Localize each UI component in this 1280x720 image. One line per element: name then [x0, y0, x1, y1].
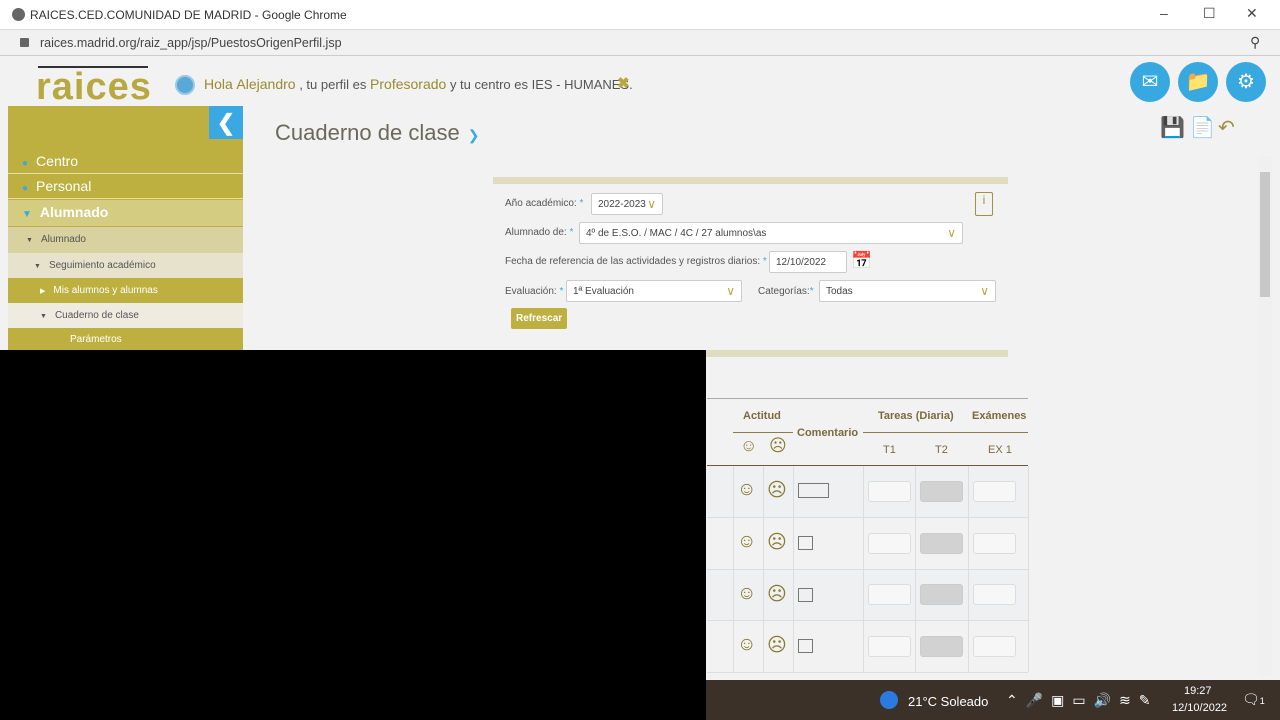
header-ex1: EX 1 [988, 444, 1012, 456]
save-icon[interactable]: 💾 [1160, 115, 1185, 140]
logout-icon[interactable]: ✖ [617, 74, 630, 92]
eval-label: Evaluación: * [505, 286, 564, 297]
page-title: Cuaderno de clase ❯ [275, 120, 480, 145]
happy-face-button[interactable]: ☺ [737, 479, 756, 501]
sidebar-item-parametros[interactable]: Parámetros [8, 332, 243, 347]
year-label: Año académico: * [505, 198, 584, 209]
ex1-input[interactable] [973, 481, 1016, 502]
header-t2: T2 [935, 444, 948, 456]
chevron-right-icon: ❯ [467, 127, 480, 143]
taskbar: 21°C Soleado ⌃🎤▣▭🔊≋✎ 19:27 12/10/2022 🗨1 [706, 680, 1280, 720]
form-top-band [493, 177, 1008, 184]
sidebar-item-seguimiento[interactable]: ▼ Seguimiento académico [8, 253, 243, 278]
add-comment-icon[interactable] [798, 639, 813, 653]
url-text[interactable]: raices.madrid.org/raiz_app/jsp/PuestosOr… [40, 36, 342, 50]
happy-face-icon: ☺ [740, 436, 758, 455]
add-comment-icon[interactable] [798, 588, 813, 602]
ex1-input[interactable] [973, 584, 1016, 605]
happy-face-button[interactable]: ☺ [737, 634, 756, 656]
weather-text[interactable]: 21°C Soleado [908, 694, 988, 709]
t1-input[interactable] [868, 636, 911, 657]
t2-input[interactable] [920, 481, 963, 502]
black-overlay [0, 350, 706, 720]
close-button[interactable]: ✕ [1246, 5, 1258, 22]
mail-icon[interactable]: ✉ [1130, 62, 1170, 102]
system-tray-icons[interactable]: ⌃🎤▣▭🔊≋✎ [1006, 692, 1159, 709]
refresh-button[interactable]: Refrescar [511, 308, 568, 329]
happy-face-button[interactable]: ☺ [737, 583, 756, 605]
year-select[interactable]: 2022-2023 ∨ [591, 193, 663, 215]
notifications-icon[interactable]: 🗨1 [1242, 691, 1265, 708]
document-icon[interactable]: 📄 [1190, 115, 1215, 140]
zoom-icon[interactable]: ⚲ [1250, 34, 1260, 51]
header-comentario: Comentario [797, 427, 859, 439]
t2-input[interactable] [920, 533, 963, 554]
address-bar[interactable]: raices.madrid.org/raiz_app/jsp/PuestosOr… [0, 30, 1280, 56]
sidebar-item-alumnado[interactable]: ▼ Alumnado [8, 200, 243, 226]
date-label: Fecha de referencia de las actividades y… [505, 256, 767, 267]
calendar-icon[interactable]: 📅 [851, 251, 872, 271]
clock-time[interactable]: 19:27 [1184, 685, 1212, 697]
sad-face-icon: ☹ [769, 436, 787, 455]
weather-icon [880, 691, 898, 709]
header-tareas: Tareas (Diaria) [878, 410, 954, 422]
categories-label: Categorías:* [758, 286, 814, 297]
t1-input[interactable] [868, 584, 911, 605]
browser-titlebar: RAICES.CED.COMUNIDAD DE MADRID - Google … [0, 0, 1280, 30]
info-icon[interactable]: i [975, 192, 993, 216]
raices-logo[interactable]: raices [36, 66, 152, 109]
date-input[interactable]: 12/10/2022 [769, 251, 847, 273]
sidebar-subitem-alumnado[interactable]: ▼ Alumnado [8, 227, 243, 253]
greeting: Hola Alejandro , tu perfil es Profesorad… [204, 76, 633, 92]
vertical-scrollbar[interactable] [1258, 156, 1272, 676]
settings-icon[interactable]: ⚙ [1226, 62, 1266, 102]
t1-input[interactable] [868, 481, 911, 502]
sidebar-item-cuaderno[interactable]: ▼ Cuaderno de clase [8, 303, 243, 328]
t2-input[interactable] [920, 636, 963, 657]
window-title: RAICES.CED.COMUNIDAD DE MADRID - Google … [30, 8, 347, 22]
sad-face-button[interactable]: ☹ [767, 479, 787, 502]
t1-input[interactable] [868, 533, 911, 554]
sidebar-item-personal[interactable]: ● Personal [8, 175, 243, 199]
user-icon [175, 75, 195, 95]
collapse-sidebar-button[interactable]: ❮ [209, 106, 243, 139]
back-icon[interactable]: ↶ [1218, 115, 1235, 140]
lock-icon [20, 38, 29, 47]
sad-face-button[interactable]: ☹ [767, 634, 787, 657]
ex1-input[interactable] [973, 533, 1016, 554]
sad-face-button[interactable]: ☹ [767, 583, 787, 606]
categories-select[interactable]: Todas ∨ [819, 280, 996, 302]
sidebar-item-centro[interactable]: ● Centro [8, 150, 243, 174]
ex1-input[interactable] [973, 636, 1016, 657]
group-select[interactable]: 4º de E.S.O. / MAC / 4C / 27 alumnos\as ∨ [579, 222, 963, 244]
scrollbar-thumb[interactable] [1260, 172, 1270, 297]
add-comment-icon[interactable] [798, 483, 829, 498]
header-t1: T1 [883, 444, 896, 456]
chrome-icon [12, 8, 25, 21]
sad-face-button[interactable]: ☹ [767, 531, 787, 554]
minimize-button[interactable]: – [1160, 5, 1168, 21]
maximize-button[interactable]: ☐ [1203, 5, 1216, 22]
folder-icon[interactable]: 📁 [1178, 62, 1218, 102]
t2-input[interactable] [920, 584, 963, 605]
group-label: Alumnado de: * [505, 227, 574, 238]
add-comment-icon[interactable] [798, 536, 813, 550]
table-top-line [707, 398, 1028, 399]
header-examenes: Exámenes [972, 410, 1027, 422]
happy-face-button[interactable]: ☺ [737, 531, 756, 553]
eval-select[interactable]: 1ª Evaluación ∨ [566, 280, 742, 302]
header-actitud: Actitud [743, 410, 781, 422]
sidebar-item-mis-alumnos[interactable]: ▶ Mis alumnos y alumnas [8, 278, 243, 303]
clock-date[interactable]: 12/10/2022 [1172, 702, 1227, 714]
